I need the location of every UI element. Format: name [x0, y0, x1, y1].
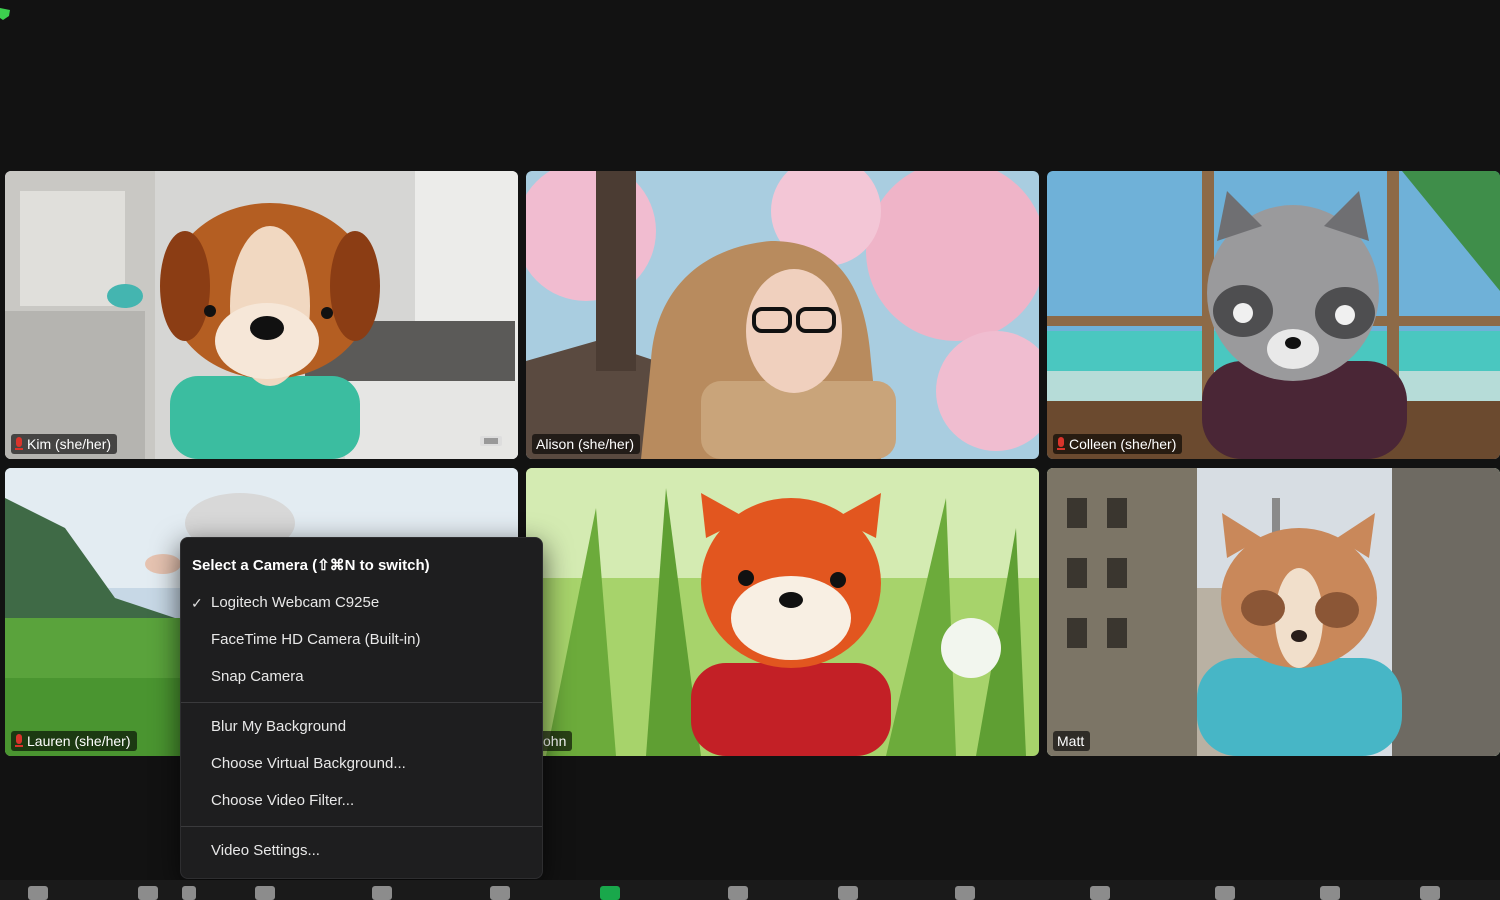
camera-option-facetime[interactable]: FaceTime HD Camera (Built-in) — [211, 627, 420, 653]
menu-header: Select a Camera (⇧⌘N to switch) — [192, 557, 430, 574]
security-shield-icon[interactable] — [0, 8, 10, 20]
checkmark-icon: ✓ — [191, 595, 203, 611]
participant-video — [526, 171, 1039, 459]
participants-icon[interactable] — [372, 886, 392, 900]
participant-name-tag: Lauren (she/her) — [11, 731, 137, 751]
security-icon[interactable] — [255, 886, 275, 900]
menu-item-label: Snap Camera — [211, 668, 304, 685]
menu-divider — [181, 826, 542, 827]
polling-icon[interactable] — [728, 886, 748, 900]
chat-icon[interactable] — [490, 886, 510, 900]
apps-icon[interactable] — [1320, 886, 1340, 900]
video-tile-colleen[interactable]: Colleen (she/her) — [1047, 171, 1500, 459]
video-tile-alison[interactable]: Alison (she/her) — [526, 171, 1039, 459]
raccoon-avatar-video — [1047, 171, 1500, 459]
camera-option-snap[interactable]: Snap Camera — [211, 664, 304, 690]
video-filter-option[interactable]: Choose Video Filter... — [211, 788, 354, 814]
record-icon[interactable] — [838, 886, 858, 900]
participant-name: Colleen (she/her) — [1069, 436, 1177, 452]
mic-off-icon — [1057, 437, 1065, 450]
video-camera-icon[interactable] — [138, 886, 158, 900]
menu-item-label: Choose Virtual Background... — [211, 755, 406, 772]
participant-name: Alison (she/her) — [536, 436, 635, 452]
virtual-background-option[interactable]: Choose Virtual Background... — [211, 751, 406, 777]
menu-item-label: Logitech Webcam C925e — [211, 594, 380, 611]
camera-option-logitech[interactable]: ✓ Logitech Webcam C925e — [191, 590, 380, 616]
reactions-icon[interactable] — [1215, 886, 1235, 900]
menu-item-label: Video Settings... — [211, 842, 320, 859]
mic-off-icon — [15, 437, 23, 450]
menu-item-label: FaceTime HD Camera (Built-in) — [211, 631, 421, 648]
mute-icon[interactable] — [28, 886, 48, 900]
participant-name: Lauren (she/her) — [27, 733, 131, 749]
participant-name-tag: Kim (she/her) — [11, 434, 118, 454]
participant-name-tag: Colleen (she/her) — [1053, 434, 1183, 454]
pin-icon[interactable] — [478, 433, 504, 449]
video-settings-option[interactable]: Video Settings... — [211, 838, 320, 864]
menu-item-label: Blur My Background — [211, 718, 347, 735]
share-screen-icon[interactable] — [600, 886, 620, 900]
closed-caption-icon[interactable] — [955, 886, 975, 900]
video-tile-kim[interactable]: Kim (she/her) — [5, 171, 518, 459]
breakout-rooms-icon[interactable] — [1090, 886, 1110, 900]
fox-avatar-video — [526, 468, 1039, 756]
dog-avatar-video — [5, 171, 518, 459]
video-tile-matt[interactable]: Matt — [1047, 468, 1500, 756]
cat-avatar-video — [1047, 468, 1500, 756]
camera-select-menu: Select a Camera (⇧⌘N to switch) ✓ Logite… — [180, 537, 543, 879]
participant-name: Matt — [1057, 733, 1085, 749]
participant-name: Kim (she/her) — [27, 436, 112, 452]
menu-divider — [181, 702, 542, 703]
menu-item-label: Choose Video Filter... — [211, 792, 355, 809]
video-tile-john[interactable]: John — [526, 468, 1039, 756]
blur-background-option[interactable]: Blur My Background — [211, 714, 346, 740]
whiteboard-icon[interactable] — [1420, 886, 1440, 900]
video-options-caret-icon[interactable] — [182, 886, 196, 900]
participant-name-tag: Matt — [1053, 731, 1091, 751]
meeting-toolbar — [0, 880, 1500, 900]
mic-off-icon — [15, 734, 23, 747]
participant-name-tag: Alison (she/her) — [532, 434, 641, 454]
